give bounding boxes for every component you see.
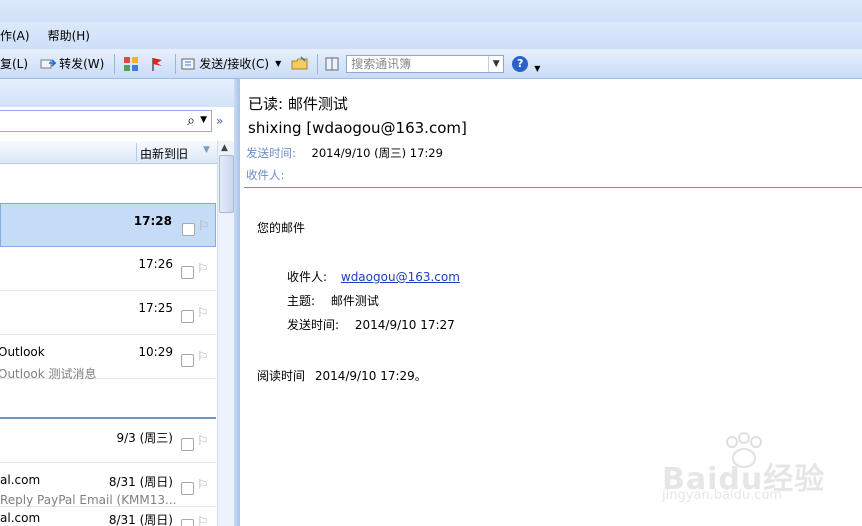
message-row[interactable]: 17:28 ⚐ bbox=[0, 203, 216, 247]
body-greeting: 您的邮件 bbox=[257, 221, 306, 235]
message-time: 8/31 (周日) bbox=[108, 475, 173, 489]
body-recipient-label: 收件人: bbox=[287, 270, 328, 284]
reply-all-button[interactable]: 复(L) bbox=[0, 55, 28, 72]
message-time: 17:26 bbox=[138, 257, 173, 271]
toolbar-separator bbox=[114, 53, 116, 74]
body-read-label: 阅读时间 bbox=[257, 369, 306, 383]
to-row: 收件人: bbox=[246, 167, 284, 183]
arrange-by-header[interactable]: 由新到旧 ▼ bbox=[0, 141, 236, 164]
category-checkbox[interactable] bbox=[181, 266, 194, 279]
message-time: 17:25 bbox=[138, 301, 173, 315]
message-sender: al.com bbox=[0, 473, 41, 487]
categorize-icon[interactable] bbox=[123, 56, 139, 72]
folder-header bbox=[0, 79, 236, 107]
sort-arrow-icon[interactable]: ▼ bbox=[203, 145, 210, 155]
flag-icon[interactable]: ⚐ bbox=[197, 306, 209, 321]
help-icon[interactable]: ? bbox=[512, 55, 529, 72]
baidu-watermark: Baidu经验 jingyan.baidu.com bbox=[662, 432, 842, 512]
message-subject: Reply PayPal Email (KMM13... bbox=[0, 493, 177, 507]
toolbar-options-icon[interactable]: ▼ bbox=[534, 64, 540, 73]
message-list-pane: ⌕ ▼ » 由新到旧 ▼ 17:28 ⚐ 17:26 ⚐ 17:25 ⚐ Out… bbox=[0, 79, 236, 526]
message-sender: Outlook bbox=[0, 345, 45, 359]
flag-icon[interactable]: ⚐ bbox=[197, 262, 209, 277]
message-row[interactable]: 17:25 ⚐ bbox=[0, 291, 216, 335]
instant-search-input[interactable]: ⌕ ▼ bbox=[0, 110, 212, 132]
body-topic-value: 邮件测试 bbox=[330, 294, 379, 308]
body-recipient-row: 收件人: wdaogou@163.com bbox=[287, 268, 460, 285]
scroll-up-icon[interactable]: ▲ bbox=[221, 143, 228, 153]
body-recipient-link[interactable]: wdaogou@163.com bbox=[341, 270, 460, 284]
body-sent-row: 发送时间: 2014/9/10 17:27 bbox=[287, 316, 455, 333]
sort-order-label[interactable]: 由新到旧 bbox=[140, 145, 188, 162]
message-list-scrollbar[interactable]: ▲ bbox=[217, 141, 234, 526]
category-checkbox[interactable] bbox=[181, 482, 194, 495]
category-checkbox[interactable] bbox=[182, 223, 195, 236]
chevron-down-icon[interactable]: ▼ bbox=[275, 59, 281, 68]
message-sender-heading[interactable]: shixing [wdaogou@163.com] bbox=[248, 119, 467, 137]
menu-bar: 作(A) 帮助(H) bbox=[0, 22, 862, 49]
title-bar bbox=[0, 0, 862, 22]
category-checkbox[interactable] bbox=[181, 354, 194, 367]
menu-item-actions[interactable]: 作(A) bbox=[0, 27, 30, 44]
search-icon[interactable]: ⌕ bbox=[187, 113, 195, 129]
follow-up-flag-icon[interactable] bbox=[149, 56, 165, 72]
message-row[interactable]: Outlook Outlook 测试消息 10:29 ⚐ bbox=[0, 335, 216, 381]
category-checkbox[interactable] bbox=[181, 310, 194, 323]
sent-time-row: 发送时间: 2014/9/10 (周三) 17:29 bbox=[246, 145, 443, 161]
sent-time-label: 发送时间: bbox=[246, 146, 296, 160]
chevron-down-icon[interactable]: ▼ bbox=[488, 55, 503, 72]
forward-button[interactable]: 转发(W) bbox=[40, 55, 104, 72]
open-folder-icon[interactable] bbox=[291, 55, 309, 72]
message-row[interactable]: 17:26 ⚐ bbox=[0, 247, 216, 291]
body-read-value: 2014/9/10 17:29。 bbox=[314, 369, 427, 383]
message-row[interactable]: al.com Reply PayPal Email (KMM13... 8/31… bbox=[0, 463, 216, 507]
body-sent-label: 发送时间: bbox=[287, 318, 340, 332]
message-sender: al.com bbox=[0, 511, 41, 525]
toolbar: 复(L) 转发(W) 发送/接收(C) ▼ 搜索通讯簿 ▼ ? ▼ bbox=[0, 49, 862, 79]
search-address-book-input[interactable]: 搜索通讯簿 ▼ bbox=[346, 54, 505, 73]
body-topic-label: 主题: bbox=[287, 294, 316, 308]
chevron-down-icon[interactable]: ▼ bbox=[200, 115, 207, 125]
message-time: 9/3 (周三) bbox=[116, 431, 174, 445]
body-read-row: 阅读时间 2014/9/10 17:29。 bbox=[257, 367, 427, 384]
to-label: 收件人: bbox=[246, 168, 285, 182]
toolbar-separator bbox=[317, 53, 319, 74]
address-book-icon[interactable] bbox=[324, 56, 340, 72]
expand-search-icon[interactable]: » bbox=[216, 114, 223, 128]
scrollbar-thumb[interactable] bbox=[219, 155, 234, 213]
category-checkbox[interactable] bbox=[181, 438, 194, 451]
flag-icon[interactable]: ⚐ bbox=[197, 515, 209, 526]
column-divider bbox=[136, 143, 137, 161]
category-checkbox[interactable] bbox=[181, 519, 194, 526]
menu-item-help[interactable]: 帮助(H) bbox=[48, 27, 90, 44]
message-subject: Outlook 测试消息 bbox=[0, 367, 97, 381]
header-divider bbox=[244, 187, 862, 188]
sent-time-value: 2014/9/10 (周三) 17:29 bbox=[311, 146, 443, 160]
message-time: 17:28 bbox=[133, 214, 172, 228]
toolbar-separator bbox=[175, 53, 177, 74]
flag-icon[interactable]: ⚐ bbox=[198, 219, 210, 234]
watermark-site: jingyan.baidu.com bbox=[662, 488, 782, 503]
message-subject-heading: 已读: 邮件测试 bbox=[248, 95, 348, 113]
flag-icon[interactable]: ⚐ bbox=[197, 434, 209, 449]
send-receive-icon bbox=[181, 58, 195, 69]
message-row[interactable]: 9/3 (周三) ⚐ bbox=[0, 419, 216, 463]
body-topic-row: 主题: 邮件测试 bbox=[287, 292, 379, 309]
body-sent-value: 2014/9/10 17:27 bbox=[354, 318, 455, 332]
forward-icon bbox=[40, 58, 57, 68]
message-row[interactable]: al.com 8/31 (周日) ⚐ bbox=[0, 507, 216, 526]
flag-icon[interactable]: ⚐ bbox=[197, 478, 209, 493]
send-receive-button[interactable]: 发送/接收(C) ▼ bbox=[180, 55, 281, 72]
message-time: 8/31 (周日) bbox=[108, 513, 173, 526]
message-time: 10:29 bbox=[138, 345, 173, 359]
flag-icon[interactable]: ⚐ bbox=[197, 350, 209, 365]
